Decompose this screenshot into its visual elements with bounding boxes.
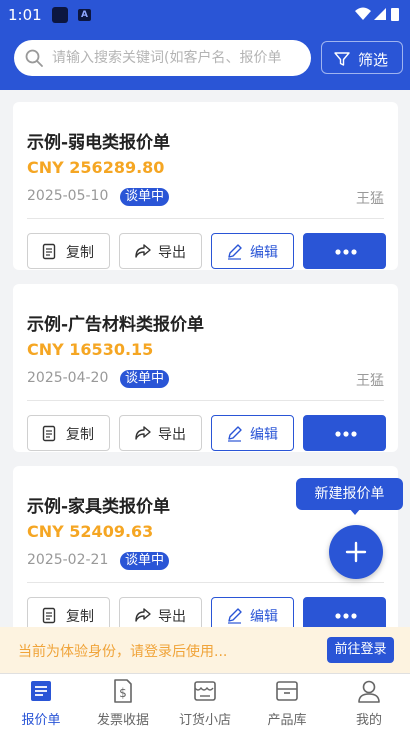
export-button[interactable]: 导出 — [119, 233, 202, 269]
status-badge: 谈单中 — [120, 188, 170, 206]
more-dots-icon — [335, 613, 357, 619]
status-bar: 1:01 A — [0, 0, 410, 30]
plus-icon — [345, 541, 367, 563]
quote-doc-icon — [31, 681, 51, 701]
status-badge: 谈单中 — [120, 552, 170, 570]
edit-button[interactable]: 编辑 — [211, 233, 294, 269]
copy-button[interactable]: 复制 — [27, 233, 110, 269]
svg-text:$: $ — [119, 686, 127, 700]
quote-title: 示例-弱电类报价单 — [27, 133, 171, 153]
share-arrow-icon — [135, 244, 151, 258]
export-button[interactable]: 导出 — [119, 415, 202, 451]
edit-button[interactable]: 编辑 — [211, 415, 294, 451]
export-button[interactable]: 导出 — [119, 597, 202, 627]
edit-label: 编辑 — [250, 427, 278, 443]
filter-button[interactable]: 筛选 — [321, 41, 403, 74]
user-icon — [358, 680, 380, 703]
signal-battery-icons — [354, 6, 402, 26]
tab-label: 发票收据 — [96, 713, 149, 728]
quote-card[interactable]: 示例-弱电类报价单 CNY 256289.80 2025-05-10 谈单中 王… — [13, 102, 398, 270]
copy-label: 复制 — [66, 427, 94, 443]
tab-products[interactable]: 产品库 — [246, 674, 328, 730]
pencil-icon — [228, 608, 242, 624]
search-input[interactable] — [52, 40, 306, 76]
wifi-icon — [355, 7, 371, 20]
quote-title: 示例-广告材料类报价单 — [27, 315, 205, 335]
app-notification-icon: A — [78, 9, 91, 21]
pencil-icon — [228, 426, 242, 442]
copy-label: 复制 — [66, 609, 94, 625]
card-divider — [27, 218, 384, 219]
quote-owner: 王猛 — [356, 191, 384, 207]
edit-label: 编辑 — [250, 609, 278, 625]
tab-label: 报价单 — [21, 713, 61, 728]
copy-document-icon — [42, 243, 56, 260]
filter-icon — [334, 52, 350, 66]
quote-owner: 王猛 — [356, 373, 384, 389]
product-box-icon — [276, 681, 298, 701]
share-arrow-icon — [135, 426, 151, 440]
new-quote-tooltip[interactable]: 新建报价单 — [296, 478, 403, 510]
login-button[interactable]: 前往登录 — [327, 637, 394, 663]
store-icon — [194, 681, 216, 701]
export-label: 导出 — [158, 609, 186, 625]
quote-title: 示例-家具类报价单 — [27, 497, 171, 517]
quote-amount: CNY 256289.80 — [27, 158, 165, 177]
export-label: 导出 — [158, 427, 186, 443]
more-button[interactable] — [303, 415, 386, 451]
guest-notice-bar: 当前为体验身份，请登录后使用... 前往登录 — [0, 627, 410, 673]
tab-quotes[interactable]: 报价单 — [0, 674, 82, 730]
tab-label: 产品库 — [267, 713, 307, 728]
more-button[interactable] — [303, 233, 386, 269]
quote-date: 2025-05-10 — [27, 188, 109, 204]
quote-amount: CNY 52409.63 — [27, 522, 154, 541]
cell-signal-icon — [374, 8, 386, 20]
top-header: 1:01 A 筛选 — [0, 0, 410, 90]
more-button[interactable] — [303, 597, 386, 627]
bottom-tab-bar: 报价单 $ 发票收据 订货小店 产品库 我的 — [0, 673, 410, 730]
search-icon — [25, 49, 43, 67]
quote-date: 2025-02-21 — [27, 552, 109, 568]
pencil-icon — [228, 244, 242, 260]
edit-button[interactable]: 编辑 — [211, 597, 294, 627]
status-badge: 谈单中 — [120, 370, 170, 388]
share-arrow-icon — [135, 608, 151, 622]
filter-label: 筛选 — [358, 51, 389, 69]
tab-store[interactable]: 订货小店 — [164, 674, 246, 730]
copy-label: 复制 — [66, 245, 94, 261]
invoice-icon: $ — [114, 679, 132, 703]
notice-text: 当前为体验身份，请登录后使用... — [18, 644, 228, 660]
tab-invoices[interactable]: $ 发票收据 — [82, 674, 164, 730]
tab-profile[interactable]: 我的 — [328, 674, 410, 730]
add-quote-button[interactable] — [329, 525, 383, 579]
notification-icon — [52, 7, 68, 23]
tab-label: 我的 — [355, 713, 382, 728]
tab-label: 订货小店 — [178, 713, 231, 728]
quote-date: 2025-04-20 — [27, 370, 109, 386]
more-dots-icon — [335, 431, 357, 437]
card-divider — [27, 400, 384, 401]
battery-icon — [391, 8, 399, 21]
quote-amount: CNY 16530.15 — [27, 340, 154, 359]
export-label: 导出 — [158, 245, 186, 261]
card-divider — [27, 582, 384, 583]
copy-document-icon — [42, 607, 56, 624]
copy-button[interactable]: 复制 — [27, 597, 110, 627]
quote-card[interactable]: 示例-广告材料类报价单 CNY 16530.15 2025-04-20 谈单中 … — [13, 284, 398, 452]
search-bar[interactable] — [14, 40, 311, 76]
edit-label: 编辑 — [250, 245, 278, 261]
tooltip-arrow — [349, 508, 361, 515]
copy-document-icon — [42, 425, 56, 442]
copy-button[interactable]: 复制 — [27, 415, 110, 451]
more-dots-icon — [335, 249, 357, 255]
status-time: 1:01 — [8, 6, 42, 24]
